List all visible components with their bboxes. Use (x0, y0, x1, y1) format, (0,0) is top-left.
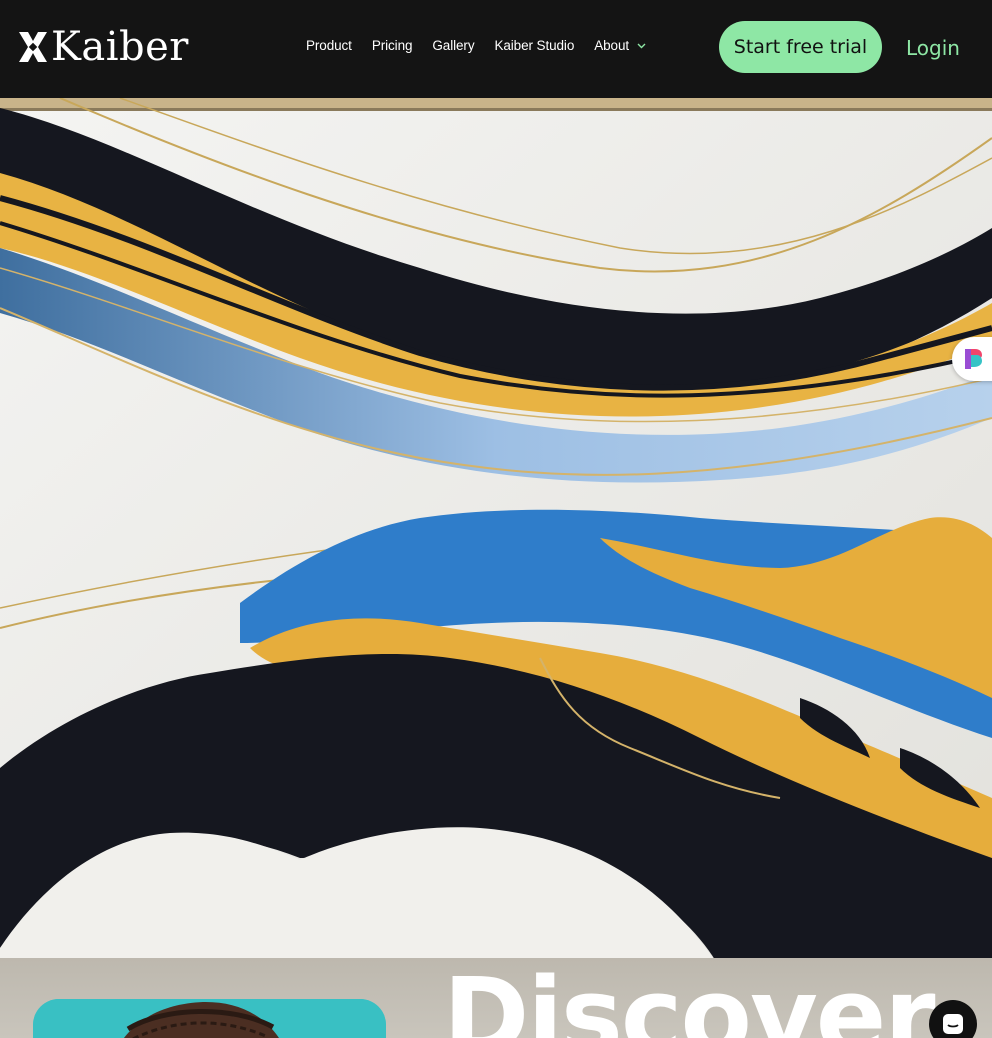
portrait-image (33, 999, 386, 1038)
nav-label: About (594, 38, 630, 53)
extension-logo-icon (965, 349, 982, 369)
hero-abstract-painting (0, 98, 992, 968)
logo[interactable]: Kaiber (17, 27, 189, 67)
discover-section: Discover (0, 958, 992, 1038)
kaiber-k-mark-icon (19, 32, 47, 62)
nav-item-about[interactable]: About (594, 38, 646, 53)
nav-item-pricing[interactable]: Pricing (372, 38, 413, 53)
hero-video (0, 98, 992, 968)
gallery-preview-card[interactable] (33, 999, 386, 1038)
nav-item-gallery[interactable]: Gallery (432, 38, 474, 53)
brand-name: Kaiber (51, 24, 189, 70)
login-link[interactable]: Login (906, 34, 960, 62)
chevron-down-icon (637, 43, 646, 48)
nav-label: Product (306, 38, 352, 53)
nav-label: Pricing (371, 38, 413, 53)
chat-bubble-icon (943, 1014, 963, 1034)
nav-item-kaiber-studio[interactable]: Kaiber Studio (494, 38, 574, 53)
nav-label: Gallery (432, 38, 475, 53)
main-nav: Product Pricing Gallery Kaiber Studio Ab… (306, 38, 646, 53)
nav-label: Kaiber Studio (494, 38, 575, 53)
extension-widget[interactable] (952, 337, 992, 381)
nav-item-product[interactable]: Product (306, 38, 352, 53)
site-header: Kaiber Product Pricing Gallery Kaiber St… (0, 0, 992, 98)
discover-heading: Discover (443, 958, 936, 1038)
start-free-trial-button[interactable]: Start free trial (719, 21, 882, 73)
